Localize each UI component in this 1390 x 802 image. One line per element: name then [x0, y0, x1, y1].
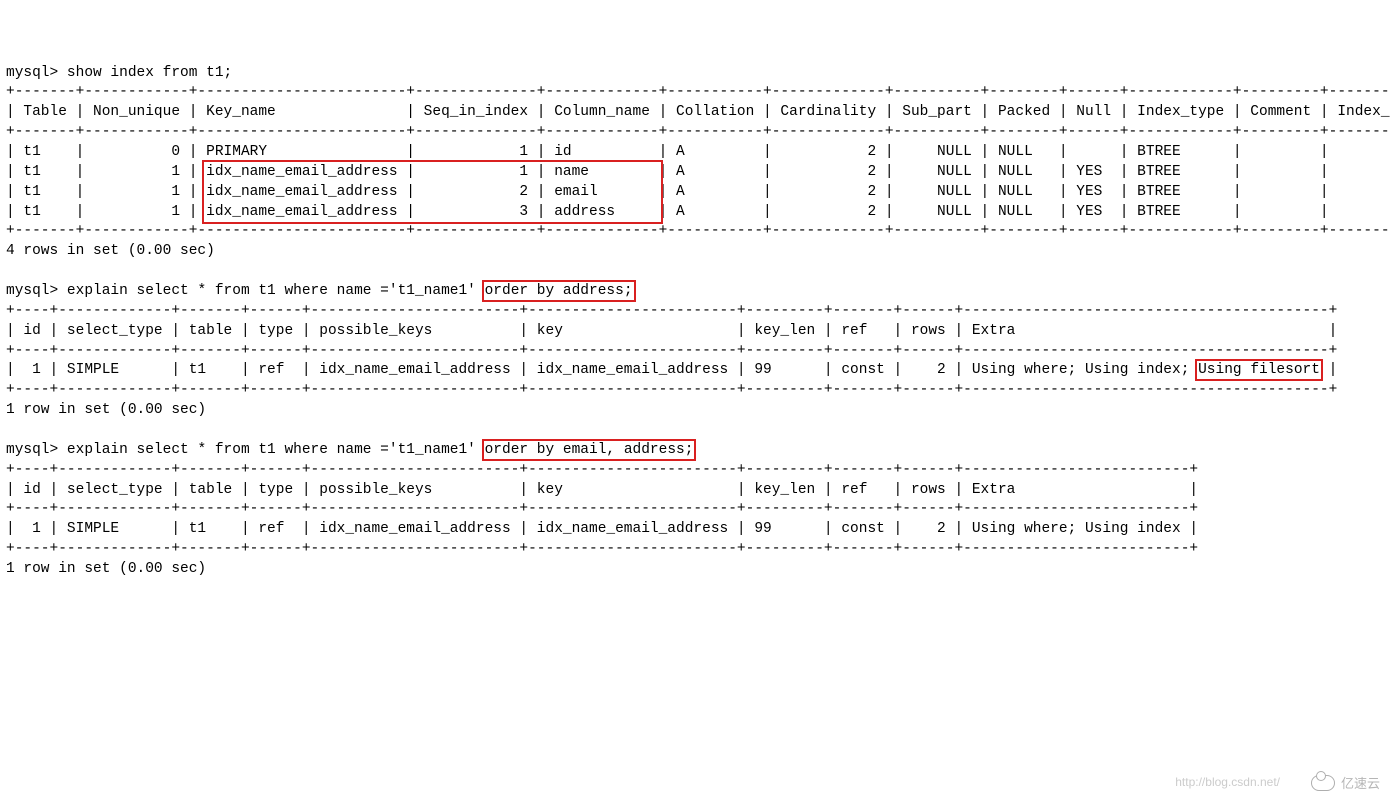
- index-table-border: +-------+------------+------------------…: [6, 124, 1390, 140]
- watermark-url: http://blog.csdn.net/: [1175, 774, 1280, 790]
- explain-table-row-part: |: [1320, 362, 1337, 378]
- index-table-row: | t1 | 0 | PRIMARY | 1 | id | A | 2 | NU…: [6, 144, 1390, 160]
- sql-order-by-clause: order by address;: [485, 283, 633, 299]
- using-filesort-text: Using filesort: [1198, 362, 1320, 378]
- explain-table-border: +----+-------------+-------+------+-----…: [6, 501, 1198, 517]
- index-table-border: +-------+------------+------------------…: [6, 84, 1390, 100]
- index-table-row: | t1 | 1 | idx_name_email_address | 2 | …: [6, 184, 1390, 200]
- explain-table-header: | id | select_type | table | type | poss…: [6, 323, 1337, 339]
- watermark: 亿速云: [1311, 775, 1380, 793]
- explain-table-border: +----+-------------+-------+------+-----…: [6, 541, 1198, 557]
- explain-table-row-part: | 1 | SIMPLE | t1 | ref | idx_name_email…: [6, 362, 1198, 378]
- rows-summary: 4 rows in set (0.00 sec): [6, 243, 215, 259]
- index-table-row: | t1 | 1 | idx_name_email_address | 1 | …: [6, 164, 1390, 180]
- explain-table-row: | 1 | SIMPLE | t1 | ref | idx_name_email…: [6, 521, 1198, 537]
- prompt: mysql>: [6, 65, 58, 81]
- cloud-icon: [1311, 775, 1335, 791]
- watermark-text: 亿速云: [1341, 775, 1380, 793]
- index-table-header: | Table | Non_unique | Key_name | Seq_in…: [6, 104, 1390, 120]
- index-table-border: +-------+------------+------------------…: [6, 223, 1390, 239]
- explain-table-border: +----+-------------+-------+------+-----…: [6, 462, 1198, 478]
- rows-summary: 1 row in set (0.00 sec): [6, 402, 206, 418]
- prompt: mysql>: [6, 283, 58, 299]
- sql-order-by-clause: order by email, address;: [485, 442, 694, 458]
- sql-command-2a: explain select * from t1 where name ='t1…: [67, 283, 485, 299]
- explain-table-border: +----+-------------+-------+------+-----…: [6, 382, 1337, 398]
- sql-command-1: show index from t1;: [67, 65, 232, 81]
- explain-table-border: +----+-------------+-------+------+-----…: [6, 303, 1337, 319]
- rows-summary: 1 row in set (0.00 sec): [6, 561, 206, 577]
- prompt: mysql>: [6, 442, 58, 458]
- explain-table-border: +----+-------------+-------+------+-----…: [6, 343, 1337, 359]
- terminal-output: mysql> show index from t1; +-------+----…: [6, 65, 1390, 577]
- explain-table-header: | id | select_type | table | type | poss…: [6, 482, 1198, 498]
- sql-command-3a: explain select * from t1 where name ='t1…: [67, 442, 485, 458]
- index-table-row: | t1 | 1 | idx_name_email_address | 3 | …: [6, 204, 1390, 220]
